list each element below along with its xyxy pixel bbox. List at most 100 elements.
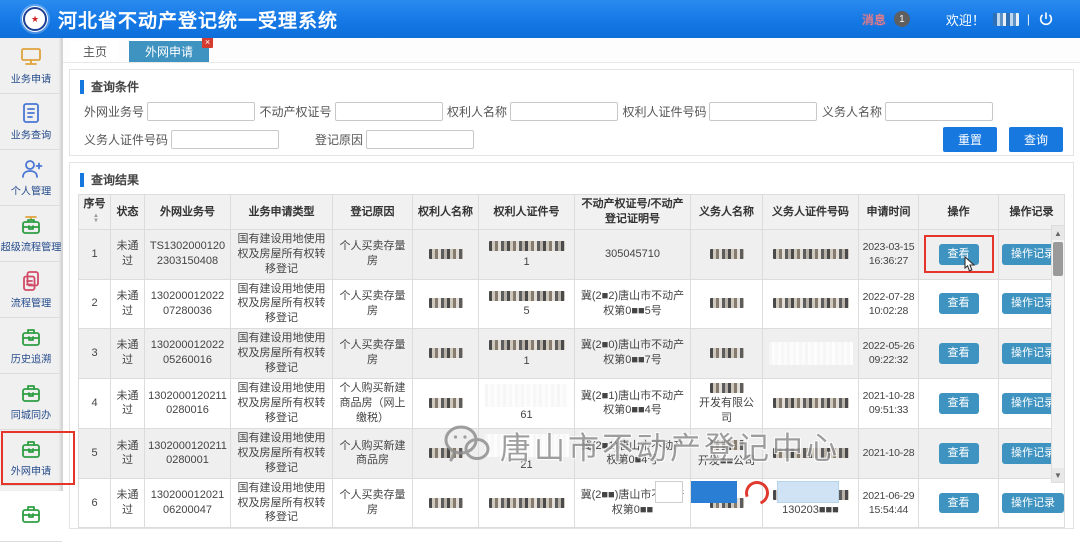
- tab-close-icon[interactable]: ×: [202, 37, 213, 48]
- query-row-1: 外网业务号不动产权证号权利人名称权利人证件号码义务人名称: [70, 99, 1073, 124]
- app-logo-icon: ★: [22, 6, 48, 32]
- reset-button[interactable]: 重置: [943, 127, 997, 152]
- field-input[interactable]: [335, 102, 443, 121]
- obligor-id-redacted: [769, 342, 853, 365]
- query-field: 外网业务号: [84, 102, 255, 121]
- cell-seq: 6: [79, 478, 111, 528]
- pagination-current[interactable]: [691, 481, 737, 503]
- view-button[interactable]: 查看: [939, 343, 979, 364]
- column-header: 操作: [919, 195, 999, 230]
- sidebar-item-history-trace[interactable]: 历史追溯: [0, 318, 62, 374]
- obligor-id-redacted: [773, 298, 849, 308]
- cell-holder-name: [413, 429, 479, 479]
- cell-apply-time: 2021-06-2915:54:44: [859, 478, 919, 528]
- document-icon: [19, 101, 43, 125]
- sidebar-item-business-query[interactable]: 业务查询: [0, 94, 62, 150]
- field-input[interactable]: [510, 102, 618, 121]
- messages-count-badge[interactable]: 1: [894, 11, 910, 27]
- cell-operation: 查看: [919, 329, 999, 379]
- cell-reason: 个人买卖存量房: [333, 478, 413, 528]
- vertical-scrollbar[interactable]: ▲ ▼: [1051, 225, 1065, 483]
- field-input[interactable]: [709, 102, 817, 121]
- sort-icon[interactable]: ▲▼: [93, 214, 99, 225]
- sidebar-item-personal-manage[interactable]: 个人管理: [0, 150, 62, 206]
- view-button[interactable]: 查看: [939, 443, 979, 464]
- view-button[interactable]: 查看: [939, 493, 979, 514]
- cell-obligor-id: [763, 279, 859, 329]
- sidebar-item-more[interactable]: [0, 486, 62, 542]
- field-input[interactable]: [147, 102, 255, 121]
- sidebar-item-external-apply[interactable]: 外网申请: [0, 430, 62, 486]
- cell-biz-no: TS13020001202303150408: [145, 230, 231, 280]
- holder-id-redacted: [489, 498, 565, 508]
- briefcase-icon: [19, 502, 43, 526]
- obligor-name-visible: 开发有限公司: [694, 396, 759, 426]
- column-header: 义务人证件号码: [763, 195, 859, 230]
- pagination-box[interactable]: [777, 481, 839, 503]
- scroll-up-icon[interactable]: ▲: [1052, 226, 1064, 240]
- cell-holder-id: 1: [479, 230, 575, 280]
- obligor-name-redacted: [710, 440, 744, 450]
- view-button[interactable]: 查看: [939, 244, 979, 265]
- scrollbar-thumb[interactable]: [1053, 242, 1063, 276]
- holder-id-redacted: [489, 291, 565, 301]
- separator: |: [1027, 12, 1030, 26]
- cell-reason: 个人买卖存量房: [333, 279, 413, 329]
- briefcase-icon: [19, 437, 43, 461]
- sidebar-item-label: 业务申请: [11, 71, 51, 86]
- cell-reason: 个人买卖存量房: [333, 329, 413, 379]
- field-input[interactable]: [366, 130, 474, 149]
- tab-label: 外网申请: [145, 43, 193, 60]
- column-header: 申请时间: [859, 195, 919, 230]
- sidebar-item-flow-manage[interactable]: 流程管理: [0, 262, 62, 318]
- operation-record-button[interactable]: 操作记录: [1002, 493, 1064, 514]
- query-field: 权利人证件号码: [622, 102, 817, 121]
- cell-apply-time: 2021-10-2809:51:33: [859, 378, 919, 429]
- username-redacted: [993, 13, 1019, 26]
- sidebar-item-business-apply[interactable]: 业务申请: [0, 38, 62, 94]
- cell-operation: 查看: [919, 478, 999, 528]
- cell-cert-no: 冀(2■1)唐山市不动产权第0■■4号: [575, 378, 691, 429]
- cell-apply-type: 国有建设用地使用权及房屋所有权转移登记: [231, 329, 333, 379]
- cell-apply-type: 国有建设用地使用权及房屋所有权转移登记: [231, 279, 333, 329]
- cell-reason: 个人购买新建商品房（网上缴税）: [333, 378, 413, 429]
- holder-name-redacted: [429, 348, 463, 358]
- view-button[interactable]: 查看: [939, 393, 979, 414]
- query-panel: 查询条件 外网业务号不动产权证号权利人名称权利人证件号码义务人名称 义务人证件号…: [69, 69, 1074, 156]
- view-button[interactable]: 查看: [939, 293, 979, 314]
- sidebar-item-label: 业务查询: [11, 127, 51, 142]
- cell-obligor-name: [691, 230, 763, 280]
- holder-id-visible: 21: [482, 458, 571, 473]
- sidebar-item-same-city[interactable]: 同城同办: [0, 374, 62, 430]
- sidebar-item-super-flow[interactable]: 超级流程管理: [0, 206, 62, 262]
- obligor-name-redacted: [710, 348, 744, 358]
- cell-holder-name: [413, 279, 479, 329]
- table-row: 1未通过TS13020001202303150408国有建设用地使用权及房屋所有…: [79, 230, 1065, 280]
- tab-external-apply[interactable]: 外网申请×: [129, 41, 209, 62]
- search-button[interactable]: 查询: [1009, 127, 1063, 152]
- holder-id-redacted: [485, 384, 569, 407]
- sidebar-item-label: 流程管理: [11, 295, 51, 310]
- cell-seq: 2: [79, 279, 111, 329]
- field-input[interactable]: [171, 130, 279, 149]
- field-label: 登记原因: [315, 131, 363, 148]
- table-row: 4未通过13020001202110280016国有建设用地使用权及房屋所有权转…: [79, 378, 1065, 429]
- pagination-strip: [655, 481, 839, 503]
- obligor-name-redacted: [710, 298, 744, 308]
- messages-link[interactable]: 消息: [862, 11, 886, 28]
- query-section-title: 查询条件: [70, 70, 1073, 99]
- cell-status: 未通过: [111, 478, 145, 528]
- scroll-down-icon[interactable]: ▼: [1052, 468, 1064, 482]
- cell-obligor-id: [763, 329, 859, 379]
- table-row: 6未通过13020001202106200047国有建设用地使用权及房屋所有权转…: [79, 478, 1065, 528]
- obligor-id-visible: 130203■■■: [766, 503, 855, 518]
- cell-cert-no: 冀(2■1)唐山市不动产权第0■4号: [575, 429, 691, 479]
- app-title: 河北省不动产登记统一受理系统: [58, 6, 338, 33]
- pagination-box[interactable]: [655, 481, 683, 503]
- tab-home[interactable]: 主页: [71, 41, 119, 62]
- logout-power-icon[interactable]: [1038, 11, 1054, 27]
- flow-icon: [19, 213, 43, 237]
- field-input[interactable]: [885, 102, 993, 121]
- field-label: 义务人证件号码: [84, 131, 168, 148]
- cell-apply-type: 国有建设用地使用权及房屋所有权转移登记: [231, 429, 333, 479]
